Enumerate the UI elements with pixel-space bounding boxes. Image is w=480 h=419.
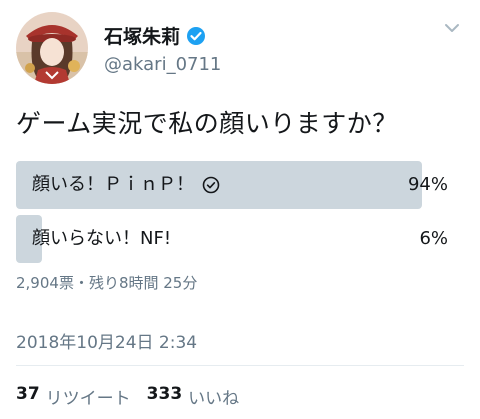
poll-option-text: 顔いらない！NF! bbox=[32, 228, 172, 249]
likes-label: いいね bbox=[188, 389, 240, 409]
retweets-stat[interactable]: 37 リツイート bbox=[16, 384, 131, 409]
divider bbox=[16, 365, 464, 366]
poll-option-1[interactable]: 顔いる！ＰｉｎＰ！ 94% bbox=[16, 161, 448, 209]
retweets-label: リツイート bbox=[45, 389, 131, 409]
tweet-stats: 37 リツイート 333 いいね bbox=[16, 384, 239, 409]
timestamp[interactable]: 2018年10月24日 2:34 bbox=[16, 328, 197, 353]
avatar[interactable] bbox=[16, 12, 88, 84]
poll-meta: 2,904票・残り8時間 25分 bbox=[16, 274, 198, 292]
poll-option-label: 顔いる！ＰｉｎＰ！ bbox=[32, 161, 220, 209]
poll: 顔いる！ＰｉｎＰ！ 94% 顔いらない！NF! 6% bbox=[16, 161, 448, 269]
name-row: 石塚朱莉 bbox=[104, 22, 206, 49]
tweet-header: 石塚朱莉 @akari_0711 bbox=[16, 12, 464, 84]
display-name[interactable]: 石塚朱莉 bbox=[104, 22, 180, 49]
check-circle-icon bbox=[202, 176, 220, 194]
chevron-down-icon[interactable] bbox=[442, 18, 462, 38]
poll-option-percent: 94% bbox=[407, 174, 448, 195]
user-handle[interactable]: @akari_0711 bbox=[104, 54, 221, 75]
poll-option-text: 顔いる！ＰｉｎＰ！ bbox=[32, 174, 194, 195]
retweets-count: 37 bbox=[16, 384, 40, 404]
poll-option-2[interactable]: 顔いらない！NF! 6% bbox=[16, 215, 448, 263]
likes-count: 333 bbox=[146, 384, 183, 404]
verified-badge-icon bbox=[186, 26, 206, 46]
likes-stat[interactable]: 333 いいね bbox=[147, 384, 240, 409]
tweet-text: ゲーム実況で私の顔いりますか？ bbox=[16, 109, 398, 138]
poll-option-percent: 6% bbox=[419, 228, 448, 249]
poll-option-label: 顔いらない！NF! bbox=[32, 215, 171, 263]
